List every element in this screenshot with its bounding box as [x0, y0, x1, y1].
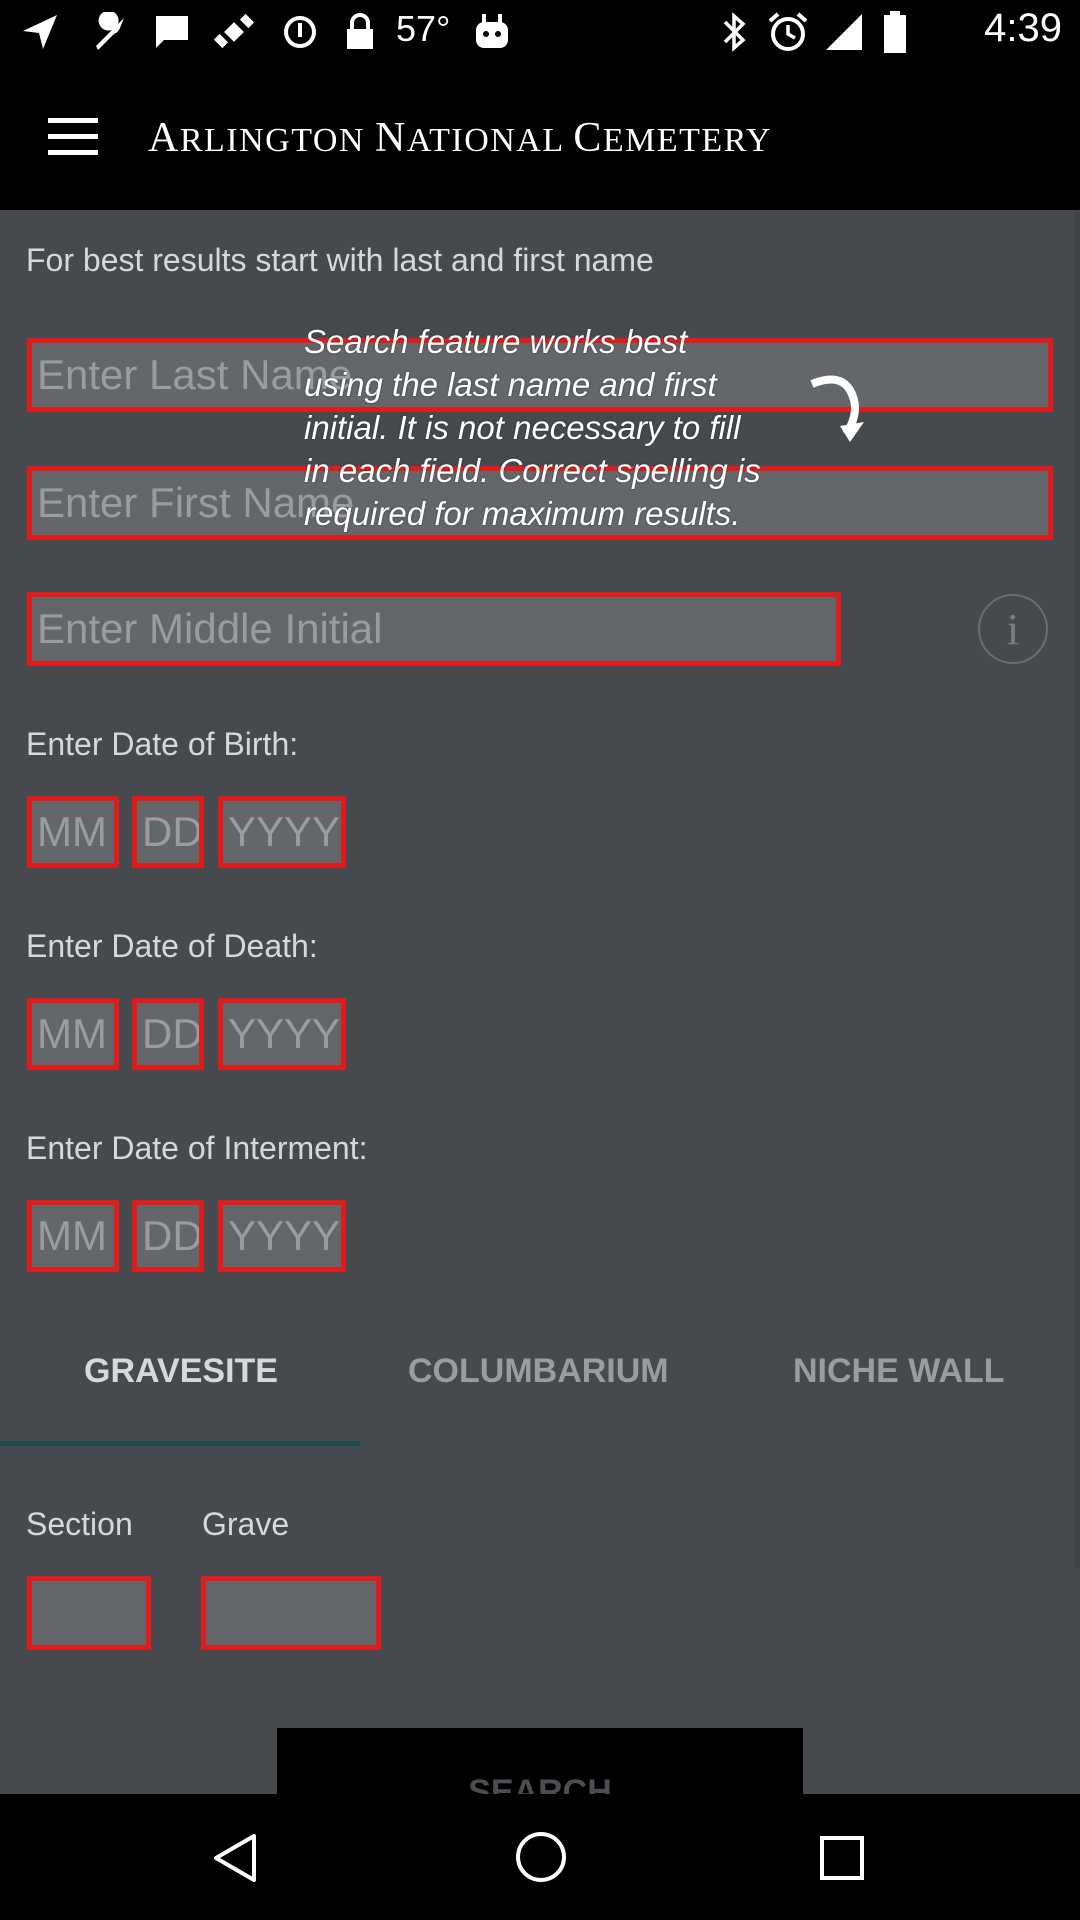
birth-year-input[interactable]: YYYY — [218, 796, 346, 868]
section-input[interactable] — [27, 1576, 151, 1650]
search-tip-tooltip: Search feature works best using the last… — [304, 323, 761, 532]
grave-label: Grave — [202, 1506, 290, 1542]
tab-columbarium[interactable]: COLUMBARIUM — [408, 1352, 669, 1391]
wrench-icon — [88, 10, 132, 54]
recent-apps-icon[interactable] — [818, 1834, 866, 1887]
tab-niche-wall[interactable]: NICHE WALL — [793, 1352, 1005, 1391]
title-part: ATIONAL — [406, 122, 574, 159]
birth-day-input[interactable]: DD — [132, 796, 204, 868]
alarm-icon — [766, 10, 810, 54]
death-date-label: Enter Date of Death: — [26, 928, 318, 964]
section-label: Section — [26, 1506, 133, 1542]
lock-icon — [342, 10, 378, 54]
hamburger-menu-icon[interactable] — [48, 118, 98, 156]
tab-indicator — [0, 1441, 360, 1446]
restricted-icon — [280, 10, 320, 54]
app-bar: ARLINGTON NATIONAL CEMETERY — [0, 66, 1080, 210]
death-month-input[interactable]: MM — [27, 998, 119, 1070]
curved-arrow-icon — [806, 372, 886, 447]
status-bar: 57° 4:39 — [0, 0, 1080, 66]
death-day-input[interactable]: DD — [132, 998, 204, 1070]
info-icon[interactable]: i — [978, 594, 1048, 664]
title-letter: N — [374, 115, 407, 161]
interment-date-label: Enter Date of Interment: — [26, 1130, 368, 1166]
android-icon — [470, 10, 514, 54]
search-button[interactable]: SEARCH — [277, 1728, 803, 1798]
title-letter: A — [148, 115, 180, 161]
title-letter: C — [573, 115, 603, 161]
temperature-text: 57° — [396, 8, 451, 49]
title-part: RLINGTON — [179, 122, 375, 159]
tab-gravesite[interactable]: GRAVESITE — [84, 1352, 278, 1391]
interment-year-input[interactable]: YYYY — [218, 1200, 346, 1272]
navigation-icon — [20, 10, 60, 54]
search-hint-text: For best results start with last and fir… — [26, 242, 654, 278]
satellite-icon — [212, 10, 256, 54]
navigation-bar — [0, 1794, 1080, 1920]
interment-month-input[interactable]: MM — [27, 1200, 119, 1272]
app-title: ARLINGTON NATIONAL CEMETERY — [148, 114, 772, 162]
scroll-indicator[interactable] — [1074, 212, 1080, 1568]
death-year-input[interactable]: YYYY — [218, 998, 346, 1070]
birth-month-input[interactable]: MM — [27, 796, 119, 868]
message-icon — [150, 10, 194, 54]
signal-icon — [822, 10, 866, 54]
birth-date-label: Enter Date of Birth: — [26, 726, 299, 762]
bluetooth-icon — [714, 10, 754, 54]
battery-icon — [880, 10, 910, 54]
middle-initial-input[interactable]: Enter Middle Initial — [27, 592, 841, 666]
clock-time: 4:39 — [984, 6, 1062, 50]
interment-day-input[interactable]: DD — [132, 1200, 204, 1272]
back-icon[interactable] — [210, 1832, 260, 1889]
title-part: EMETERY — [602, 122, 773, 159]
grave-input[interactable] — [201, 1576, 381, 1650]
home-icon[interactable] — [514, 1830, 568, 1889]
